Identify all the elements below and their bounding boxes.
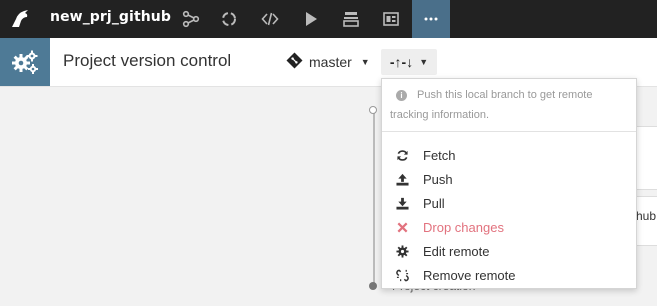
- git-branch-icon: [286, 52, 303, 72]
- menu-item-label: Remove remote: [423, 267, 516, 283]
- tracking-info-text: Push this local branch to get remote tra…: [390, 89, 593, 121]
- top-navigation-bar: new_prj_github: [0, 0, 657, 38]
- menu-item-edit-remote[interactable]: Edit remote: [382, 239, 636, 263]
- flow-icon[interactable]: [172, 0, 210, 38]
- menu-item-pull[interactable]: Pull: [382, 191, 636, 215]
- timeline-node: [369, 106, 377, 114]
- settings-gear-icon: [0, 38, 50, 86]
- menu-item-label: Edit remote: [423, 243, 490, 259]
- remote-actions-button[interactable]: -↑-↓ ▼: [381, 49, 437, 75]
- sync-label: -↑-↓: [389, 54, 414, 70]
- stack-icon[interactable]: [332, 0, 370, 38]
- timeline-node: [369, 282, 377, 290]
- menu-item-remove-remote[interactable]: Remove remote: [382, 263, 636, 287]
- project-name-link[interactable]: new_prj_github: [50, 9, 171, 25]
- chevron-down-icon: ▼: [360, 57, 370, 67]
- menu-item-label: Drop changes: [423, 219, 504, 235]
- code-icon[interactable]: [251, 0, 289, 38]
- menu-divider: [382, 131, 636, 132]
- menu-item-push[interactable]: Push: [382, 167, 636, 191]
- menu-item-fetch[interactable]: Fetch: [382, 143, 636, 167]
- download-icon: [395, 196, 409, 210]
- play-icon[interactable]: [292, 0, 330, 38]
- branch-name: master: [309, 54, 352, 70]
- chevron-down-icon: ▼: [419, 57, 429, 67]
- side-card-text: hub: [636, 209, 657, 223]
- remote-actions-menu: i Push this local branch to get remote tr…: [381, 78, 637, 289]
- more-icon[interactable]: [412, 0, 450, 38]
- gear-icon: [395, 244, 409, 258]
- menu-item-label: Fetch: [423, 147, 456, 163]
- dashboard-icon[interactable]: [372, 0, 410, 38]
- unlink-icon: [395, 268, 409, 282]
- tracking-info-message: i Push this local branch to get remote tr…: [390, 85, 630, 125]
- page-title: Project version control: [63, 51, 232, 70]
- branch-selector[interactable]: master ▼: [286, 50, 370, 74]
- history-timeline-line: [373, 110, 375, 286]
- refresh-icon: [395, 148, 409, 162]
- recycle-icon[interactable]: [210, 0, 248, 38]
- menu-item-label: Pull: [423, 195, 445, 211]
- info-icon: i: [396, 90, 407, 101]
- menu-item-label: Push: [423, 171, 453, 187]
- menu-item-drop-changes[interactable]: Drop changes: [382, 215, 636, 239]
- close-icon: [395, 220, 409, 234]
- upload-icon: [395, 172, 409, 186]
- bird-logo-icon[interactable]: [6, 5, 34, 33]
